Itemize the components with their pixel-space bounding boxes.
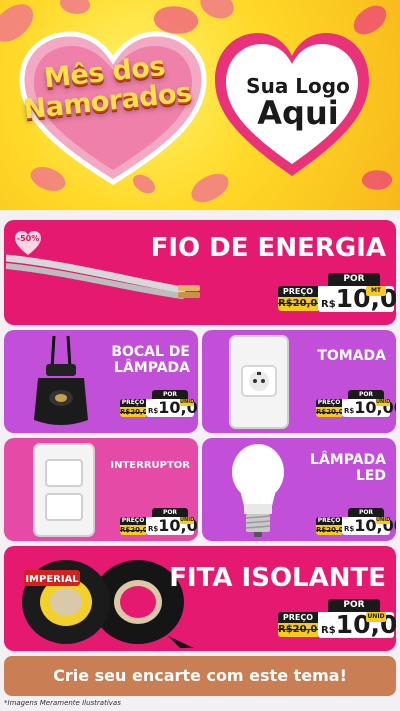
unit-label: UNID bbox=[180, 517, 195, 524]
old-price: R$20,00 bbox=[120, 407, 153, 417]
discount-badge: -50% bbox=[16, 234, 40, 243]
price-preco-label: PREÇO bbox=[278, 286, 318, 297]
price-preco-label: PREÇO bbox=[278, 612, 318, 623]
product-card-fita-isolante[interactable]: IMPERIAL FITA ISOLANTE POR PREÇO R$20,00… bbox=[4, 546, 396, 651]
product-card-interruptor[interactable]: INTERRUPTOR POR PREÇO R$20,00 R$10,00 UN… bbox=[4, 438, 198, 541]
product-name-line-2: LED bbox=[355, 468, 386, 485]
product-name: FIO DE ENERGIA bbox=[150, 233, 386, 263]
product-card-lampada-led[interactable]: LÂMPADA LED POR PREÇO R$20,00 R$10,00 UN… bbox=[202, 438, 396, 541]
header-banner: Mês dos Namorados Sua Logo Aqui bbox=[0, 0, 400, 210]
price-tag: POR PREÇO R$20,00 R$10,00 UNID bbox=[278, 599, 396, 639]
old-price: R$20,00 bbox=[278, 623, 325, 637]
product-name: LÂMPADA LED bbox=[310, 452, 386, 484]
product-card-tomada[interactable]: TOMADA POR PREÇO R$20,00 R$10,00 UNID bbox=[202, 330, 396, 433]
price-tag: POR PREÇO R$20,00 R$10,00 MT bbox=[278, 273, 396, 313]
lamp-socket-icon bbox=[34, 335, 88, 425]
power-outlet-icon bbox=[229, 335, 289, 429]
tape-brand-label: IMPERIAL bbox=[25, 574, 79, 585]
price-preco-label: PREÇO bbox=[316, 517, 342, 525]
petal bbox=[57, 0, 93, 19]
price-preco-label: PREÇO bbox=[120, 517, 146, 525]
price-tag: POR PREÇO R$20,00 R$10,00 UNID bbox=[316, 390, 396, 417]
cta-button[interactable]: Crie seu encarte com este tema! bbox=[4, 656, 396, 696]
unit-label: MT bbox=[366, 286, 386, 296]
unit-label: UNID bbox=[180, 399, 195, 406]
disclaimer-text: *Imagens Meramente Ilustrativas bbox=[4, 699, 121, 707]
price-preco-label: PREÇO bbox=[120, 399, 146, 407]
currency-symbol: R$ bbox=[321, 299, 336, 310]
old-price: R$20,00 bbox=[316, 525, 349, 535]
currency-symbol: R$ bbox=[321, 625, 336, 636]
product-name-line-1: BOCAL DE bbox=[111, 344, 190, 360]
unit-label: UNID bbox=[376, 517, 391, 524]
price-tag: POR PREÇO R$20,00 R$10,00 UNID bbox=[316, 508, 396, 535]
product-name: TOMADA bbox=[317, 348, 386, 364]
currency-symbol: R$ bbox=[148, 407, 159, 415]
currency-symbol: R$ bbox=[344, 407, 355, 415]
petal bbox=[195, 0, 239, 26]
price-tag: POR PREÇO R$20,00 R$10,00 UNID bbox=[120, 390, 198, 417]
led-bulb-icon bbox=[232, 444, 284, 537]
logo-line-2: Aqui bbox=[257, 94, 339, 132]
old-price: R$20,00 bbox=[316, 407, 349, 417]
product-name-line-2: LÂMPADA bbox=[114, 360, 190, 377]
product-name: INTERRUPTOR bbox=[110, 460, 190, 471]
price-tag: POR PREÇO R$20,00 R$10,00 UNID bbox=[120, 508, 198, 535]
logo-placeholder: Sua Logo Aqui bbox=[238, 76, 358, 131]
product-name: FITA ISOLANTE bbox=[169, 563, 386, 593]
product-name-line-1: LÂMPADA bbox=[310, 452, 386, 468]
currency-symbol: R$ bbox=[148, 525, 159, 533]
product-card-fio-energia[interactable]: -50% FIO DE ENERGIA POR PREÇO R$20,00 R$… bbox=[4, 220, 396, 325]
light-switch-icon bbox=[33, 443, 95, 537]
unit-label: UNID bbox=[366, 612, 386, 622]
currency-symbol: R$ bbox=[344, 525, 355, 533]
price-preco-label: PREÇO bbox=[316, 399, 342, 407]
old-price: R$20,00 bbox=[120, 525, 153, 535]
product-name: BOCAL DE LÂMPADA bbox=[111, 344, 190, 376]
old-price: R$20,00 bbox=[278, 297, 325, 311]
product-card-bocal[interactable]: BOCAL DE LÂMPADA POR PREÇO R$20,00 R$10,… bbox=[4, 330, 198, 433]
unit-label: UNID bbox=[376, 399, 391, 406]
